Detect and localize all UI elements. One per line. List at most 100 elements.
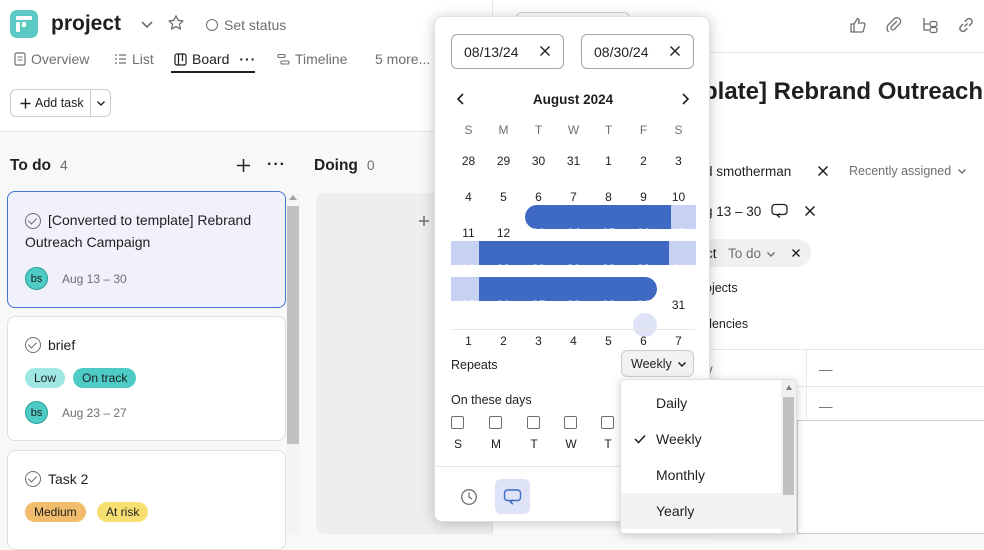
calendar-day[interactable]: 19 <box>486 257 521 281</box>
calendar-day[interactable]: 14 <box>556 221 591 245</box>
link-icon[interactable] <box>957 16 975 34</box>
recurrence-button[interactable] <box>495 479 530 514</box>
calendar-day[interactable]: 29 <box>486 149 521 173</box>
chevron-down-icon[interactable] <box>140 17 154 31</box>
calendar-day[interactable]: 28 <box>556 293 591 317</box>
calendar-day[interactable]: 29 <box>591 293 626 317</box>
calendar-day[interactable]: 15 <box>591 221 626 245</box>
project-icon[interactable] <box>10 10 38 38</box>
calendar-day[interactable]: 25 <box>451 293 486 317</box>
assignee-name[interactable]: d smotherman <box>705 164 791 179</box>
task-title[interactable]: plate] Rebrand Outreach <box>703 78 983 106</box>
scroll-up-arrow-icon[interactable] <box>289 195 297 200</box>
calendar-day[interactable]: 17 <box>661 221 696 245</box>
calendar-day[interactable]: 9 <box>626 185 661 209</box>
calendar-day[interactable]: 16 <box>626 221 661 245</box>
calendar-day[interactable]: 3 <box>521 329 556 353</box>
calendar-day[interactable]: 4 <box>451 185 486 209</box>
next-month-icon[interactable] <box>679 92 691 106</box>
day-checkbox[interactable] <box>527 416 540 429</box>
repeat-select[interactable]: Weekly <box>621 350 694 377</box>
tab-board[interactable]: Board ··· <box>174 51 256 67</box>
calendar-day[interactable]: 20 <box>521 257 556 281</box>
calendar-day[interactable]: 23 <box>626 257 661 281</box>
star-icon[interactable] <box>167 14 185 32</box>
tab-timeline[interactable]: Timeline <box>277 51 347 67</box>
repeat-option-daily[interactable]: Daily <box>621 385 781 421</box>
add-task-button[interactable]: Add task <box>10 89 111 117</box>
description-box[interactable] <box>797 420 984 534</box>
end-date-input[interactable]: 08/30/24 <box>581 34 694 69</box>
calendar-day[interactable]: 6 <box>521 185 556 209</box>
calendar-day[interactable]: 12 <box>486 221 521 245</box>
column-more-icon[interactable]: ··· <box>267 156 286 174</box>
task-card[interactable]: Task 2 Medium At risk <box>7 450 286 550</box>
add-dependencies[interactable]: dencies <box>705 317 748 331</box>
calendar-day[interactable]: 1 <box>591 149 626 173</box>
project-title[interactable]: project <box>51 12 121 36</box>
day-checkbox[interactable] <box>564 416 577 429</box>
field-value[interactable]: — <box>819 362 833 377</box>
calendar-day[interactable]: 2 <box>626 149 661 173</box>
task-card[interactable]: brief Low On track bs Aug 23 – 27 <box>7 316 286 441</box>
tab-overview[interactable]: Overview <box>14 51 89 67</box>
add-card-icon[interactable] <box>418 215 430 227</box>
scroll-up-arrow-icon[interactable] <box>786 385 792 390</box>
calendar-day[interactable]: 10 <box>661 185 696 209</box>
due-date[interactable]: Aug 23 – 27 <box>62 406 127 420</box>
avatar[interactable]: bs <box>25 401 48 424</box>
day-checkbox[interactable] <box>601 416 614 429</box>
calendar-day[interactable]: 4 <box>556 329 591 353</box>
tab-more[interactable]: 5 more... <box>375 51 430 67</box>
due-time-button[interactable] <box>451 479 486 514</box>
add-task-dropdown[interactable] <box>91 98 110 108</box>
calendar-day[interactable]: 31 <box>661 293 696 317</box>
day-checkbox[interactable] <box>489 416 502 429</box>
recently-assigned-dropdown[interactable]: Recently assigned <box>849 164 967 178</box>
calendar-day[interactable]: 11 <box>451 221 486 245</box>
add-card-icon[interactable] <box>236 158 251 173</box>
start-date-input[interactable]: 08/13/24 <box>451 34 564 69</box>
task-card[interactable]: [Converted to template] Rebrand Outreach… <box>7 191 286 308</box>
clear-end-date-icon[interactable] <box>669 45 681 57</box>
attachment-icon[interactable] <box>885 16 903 34</box>
calendar-day[interactable]: 30 <box>521 149 556 173</box>
calendar-day[interactable]: 3 <box>661 149 696 173</box>
calendar-day[interactable]: 8 <box>591 185 626 209</box>
calendar-day[interactable]: 31 <box>556 149 591 173</box>
due-date[interactable]: Aug 13 – 30 <box>62 272 127 286</box>
calendar-day[interactable]: 2 <box>486 329 521 353</box>
menu-scrollbar-thumb[interactable] <box>783 397 794 495</box>
due-date-field[interactable]: g 13 – 30 <box>705 204 761 219</box>
calendar-day[interactable]: 5 <box>486 185 521 209</box>
field-value[interactable]: — <box>819 399 833 414</box>
remove-assignee-icon[interactable] <box>817 165 829 177</box>
like-icon[interactable] <box>849 16 867 34</box>
calendar-day[interactable]: 30 <box>626 293 661 317</box>
complete-check-icon[interactable] <box>25 337 41 353</box>
subtask-icon[interactable] <box>921 16 939 34</box>
set-status-button[interactable]: Set status <box>206 17 286 33</box>
day-checkbox[interactable] <box>451 416 464 429</box>
calendar-day[interactable]: 22 <box>591 257 626 281</box>
more-options-icon[interactable]: ··· <box>239 51 256 67</box>
add-task-main[interactable]: Add task <box>11 90 91 116</box>
section-dropdown[interactable]: To do <box>728 246 776 261</box>
calendar-day[interactable]: 18 <box>451 257 486 281</box>
calendar-day[interactable]: 24 <box>661 257 696 281</box>
remove-project-icon[interactable] <box>791 248 801 258</box>
tab-list[interactable]: List <box>114 51 154 67</box>
complete-check-icon[interactable] <box>25 213 41 229</box>
board-scrollbar-thumb[interactable] <box>287 206 299 444</box>
calendar-day[interactable]: 1 <box>451 329 486 353</box>
calendar-day[interactable]: 13 <box>521 221 556 245</box>
avatar[interactable]: bs <box>25 267 48 290</box>
calendar-day[interactable]: 26 <box>486 293 521 317</box>
complete-check-icon[interactable] <box>25 471 41 487</box>
clear-date-icon[interactable] <box>804 205 816 217</box>
clear-start-date-icon[interactable] <box>539 45 551 57</box>
calendar-day[interactable]: 27 <box>521 293 556 317</box>
repeat-option-weekly[interactable]: Weekly <box>621 421 781 457</box>
calendar-day[interactable]: 5 <box>591 329 626 353</box>
repeat-option-monthly[interactable]: Monthly <box>621 457 781 493</box>
